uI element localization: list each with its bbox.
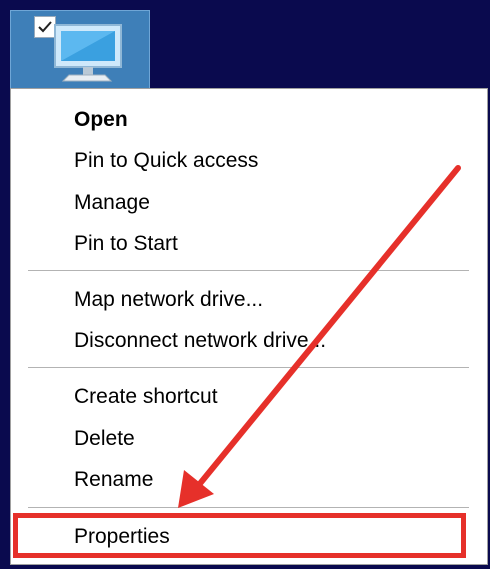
properties-highlight-box — [13, 513, 466, 558]
context-menu: Open Pin to Quick access Manage Pin to S… — [10, 88, 488, 565]
menu-separator — [28, 507, 469, 508]
menu-item-rename[interactable]: Rename — [11, 460, 487, 500]
menu-separator — [28, 270, 469, 271]
menu-separator — [28, 367, 469, 368]
menu-item-disconnect-network-drive[interactable]: Disconnect network drive... — [11, 321, 487, 361]
menu-item-pin-to-quick-access[interactable]: Pin to Quick access — [11, 141, 487, 181]
computer-icon — [49, 23, 129, 98]
menu-item-pin-to-start[interactable]: Pin to Start — [11, 224, 487, 264]
this-pc-desktop-icon[interactable] — [10, 10, 150, 94]
menu-item-open[interactable]: Open — [11, 100, 487, 140]
menu-item-create-shortcut[interactable]: Create shortcut — [11, 377, 487, 417]
menu-item-map-network-drive[interactable]: Map network drive... — [11, 280, 487, 320]
menu-item-delete[interactable]: Delete — [11, 419, 487, 459]
menu-item-manage[interactable]: Manage — [11, 183, 487, 223]
